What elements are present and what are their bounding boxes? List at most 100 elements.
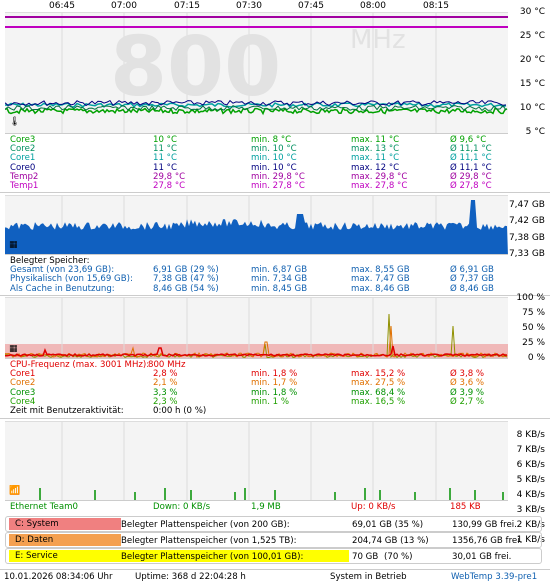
memory-area xyxy=(5,200,508,254)
y-tick: 7,42 GB xyxy=(508,216,545,226)
drive-name: E: Service xyxy=(9,550,121,562)
drive-used: 69,01 GB (35 %) xyxy=(352,520,424,530)
divider xyxy=(0,295,550,296)
network-up: Up: 0 KB/s xyxy=(351,502,396,512)
network-table: Ethernet Team0 Down: 0 KB/s 1,9 MB Up: 0… xyxy=(10,502,495,512)
temp-name: Temp1 xyxy=(10,180,39,191)
y-tick: 7,47 GB xyxy=(508,200,545,210)
drive-row: E: Service Belegter Plattenspeicher (von … xyxy=(5,548,542,564)
time-tick: 06:45 xyxy=(49,1,75,11)
drive-free: 30,01 GB frei. xyxy=(452,552,512,562)
divider xyxy=(0,418,550,419)
memory-graph: ▦ xyxy=(5,195,508,255)
network-up-total: 185 KB xyxy=(450,502,481,512)
y-tick: 100 % xyxy=(516,293,545,303)
network-down: Down: 0 KB/s xyxy=(153,502,211,512)
drive-label: Belegter Plattenspeicher (von 100,01 GB)… xyxy=(121,552,304,562)
drive-used-percent: (70 %) xyxy=(384,552,413,562)
memory-row: Als Cache in Benutzung: 8,46 GB (54 %) min… xyxy=(10,283,495,294)
y-tick: 25 °C xyxy=(519,31,545,41)
memory-max: max. 8,46 GB xyxy=(351,283,410,294)
y-tick: 15 °C xyxy=(519,79,545,89)
cpu-svg xyxy=(5,298,508,358)
divider xyxy=(0,192,550,193)
cpu-table: CPU-Frequenz (max. 3001 MHz): 800 MHz Co… xyxy=(10,360,495,416)
temperature-graph: 800 MHz 🌡 xyxy=(5,12,508,134)
drive-used: 204,74 GB (13 %) xyxy=(352,536,429,546)
time-tick: 07:30 xyxy=(236,1,262,11)
network-graph: 📶 xyxy=(5,421,508,501)
memory-cur: 8,46 GB (54 %) xyxy=(153,283,219,294)
network-bars xyxy=(39,488,504,500)
mem-y-axis: 7,47 GB 7,42 GB 7,38 GB 7,33 GB xyxy=(505,195,545,259)
status-bar: 10.01.2026 08:34:06 Uhr Uptime: 368 d 22… xyxy=(0,569,550,584)
y-tick: 30 °C xyxy=(519,7,545,17)
frequency-watermark: 800 xyxy=(110,20,281,115)
y-tick: 8 KB/s xyxy=(516,430,545,440)
antenna-icon: 📶 xyxy=(9,486,21,496)
drive-label: Belegter Plattenspeicher (von 1,525 TB): xyxy=(121,536,297,546)
temp-avg: Ø 27,8 °C xyxy=(450,180,492,191)
time-axis: 06:45 07:00 07:15 07:30 07:45 08:00 08:1… xyxy=(0,0,550,12)
activity-value: 0:00 h (0 %) xyxy=(153,405,207,416)
status-datetime: 10.01.2026 08:34:06 Uhr xyxy=(4,572,113,582)
memory-table: Belegter Speicher: Gesamt (von 23,69 GB)… xyxy=(10,256,495,294)
cpu-graph: ▦ xyxy=(5,297,508,359)
time-tick: 07:15 xyxy=(174,1,200,11)
y-tick: 5 °C xyxy=(525,127,545,137)
memory-avg: Ø 8,46 GB xyxy=(450,283,494,294)
drive-free: 1356,76 GB frei. xyxy=(452,536,523,546)
temp-row: Temp1 27,8 °C min. 27,8 °C max. 27,8 °C Ø 27… xyxy=(10,180,495,191)
drive-used: 70 GB xyxy=(352,552,379,562)
y-tick: 7,38 GB xyxy=(508,233,545,243)
memory-name: Als Cache in Benutzung: xyxy=(10,283,115,294)
version-link[interactable]: WebTemp 3.39-pre1 xyxy=(451,572,537,582)
y-tick: 6 KB/s xyxy=(516,460,545,470)
y-tick: 7,33 GB xyxy=(508,249,545,259)
y-tick: 25 % xyxy=(522,338,545,348)
temp-min: min. 27,8 °C xyxy=(251,180,305,191)
frequency-watermark-unit: MHz xyxy=(350,25,406,55)
cpu-icon: ▦ xyxy=(9,344,18,354)
temperature-svg: 800 MHz xyxy=(5,13,508,133)
drive-name: C: System xyxy=(9,518,121,530)
y-tick: 10 °C xyxy=(519,103,545,113)
y-tick: 5 KB/s xyxy=(516,475,545,485)
drive-row: C: System Belegter Plattenspeicher (von 2… xyxy=(5,516,542,532)
cpu-y-axis: 100 % 75 % 50 % 25 % 0 % xyxy=(505,293,545,363)
temp-cur: 27,8 °C xyxy=(153,180,186,191)
activity-label: Zeit mit Benutzeraktivität: xyxy=(10,405,124,416)
memory-chip-icon: ▦ xyxy=(9,240,18,250)
cpu-core-avg: Ø 2,7 % xyxy=(450,396,485,407)
cpu-core-max: max. 16,5 % xyxy=(351,396,406,407)
y-tick: 7 KB/s xyxy=(516,445,545,455)
temperature-table: Core3 10 °C min. 8 °C max. 11 °C Ø 9,6 °C Cor… xyxy=(10,135,495,191)
status-state: System in Betrieb xyxy=(330,572,407,582)
drive-free: 130,99 GB frei. xyxy=(452,520,517,530)
y-tick: 20 °C xyxy=(519,55,545,65)
time-tick: 07:45 xyxy=(298,1,324,11)
time-tick: 08:15 xyxy=(423,1,449,11)
activity-row: Zeit mit Benutzeraktivität: 0:00 h (0 %) xyxy=(10,405,495,416)
time-tick: 07:00 xyxy=(111,1,137,11)
y-tick: 50 % xyxy=(522,323,545,333)
temp-y-axis: 30 °C 25 °C 20 °C 15 °C 10 °C 5 °C xyxy=(505,7,545,137)
network-row: Ethernet Team0 Down: 0 KB/s 1,9 MB Up: 0… xyxy=(10,502,495,512)
network-name: Ethernet Team0 xyxy=(10,502,78,512)
y-tick: 75 % xyxy=(522,308,545,318)
y-tick: 0 % xyxy=(527,353,545,363)
drive-row: D: Daten Belegter Plattenspeicher (von 1,… xyxy=(5,532,542,548)
y-tick: 3 KB/s xyxy=(516,505,545,515)
temp-max: max. 27,8 °C xyxy=(351,180,408,191)
cpu-core-min: min. 1 % xyxy=(251,396,290,407)
net-y-axis: 8 KB/s 7 KB/s 6 KB/s 5 KB/s 4 KB/s 3 KB/… xyxy=(505,421,545,545)
thermometer-icon: 🌡 xyxy=(9,117,21,127)
drive-name: D: Daten xyxy=(9,534,121,546)
time-tick: 08:00 xyxy=(360,1,386,11)
y-tick: 4 KB/s xyxy=(516,490,545,500)
drive-label: Belegter Plattenspeicher (von 200 GB): xyxy=(121,520,290,530)
network-svg xyxy=(39,422,504,500)
network-down-total: 1,9 MB xyxy=(251,502,281,512)
memory-min: min. 8,45 GB xyxy=(251,283,308,294)
status-uptime: Uptime: 368 d 22:04:28 h xyxy=(135,572,246,582)
